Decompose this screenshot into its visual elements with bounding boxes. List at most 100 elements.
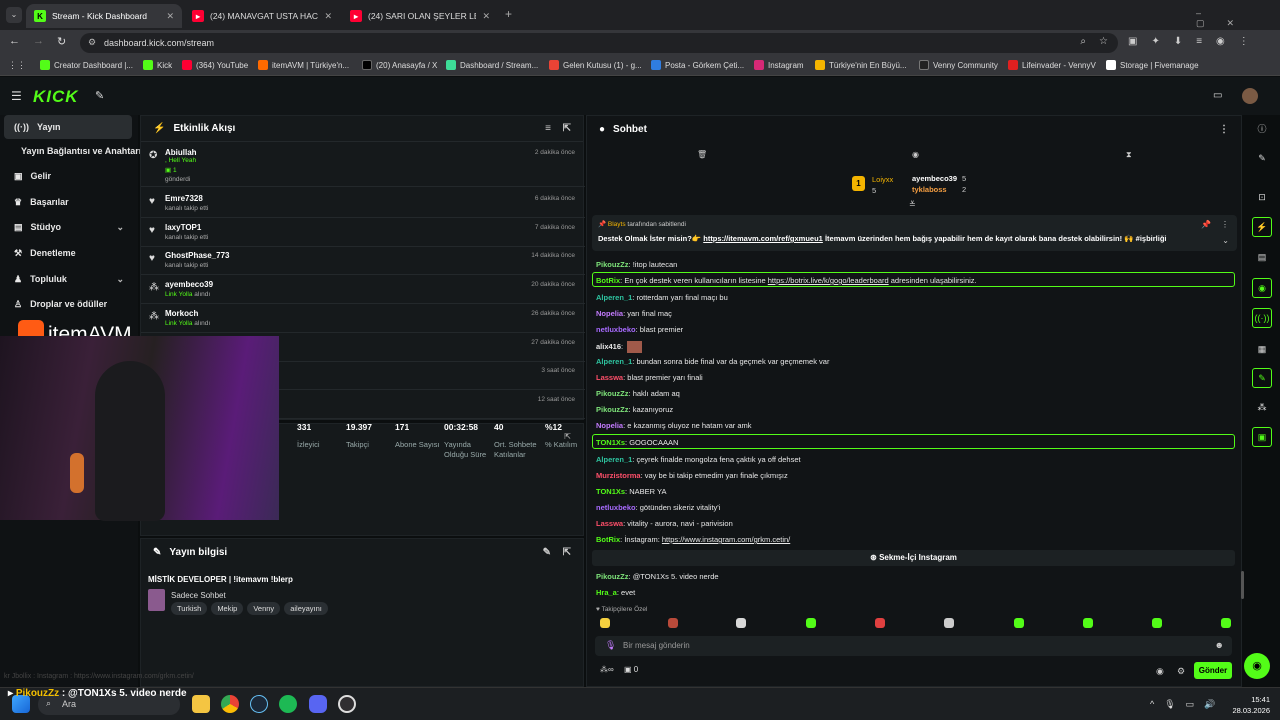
bookmark-item[interactable]: Kick — [143, 60, 172, 70]
lightning-icon[interactable]: ⚡ — [1252, 217, 1272, 237]
chat-username[interactable]: Nopelia — [596, 309, 623, 318]
chat-username[interactable]: TON1Xs — [596, 487, 625, 496]
camera-icon[interactable]: ⊡ — [1252, 187, 1272, 207]
chat-username[interactable]: Nopelia — [596, 421, 623, 430]
emote-button[interactable] — [736, 618, 746, 628]
menu-icon[interactable]: ☰ — [11, 89, 22, 103]
avatar[interactable] — [1242, 88, 1258, 104]
bookmark-item[interactable]: Creator Dashboard |... — [40, 60, 133, 70]
filter-icon[interactable]: ≡ — [545, 123, 551, 134]
bookmark-item[interactable]: Dashboard / Stream... — [446, 60, 538, 70]
new-tab-button[interactable]: + — [505, 7, 512, 21]
chat-username[interactable]: alix416 — [596, 342, 621, 351]
emote-button[interactable] — [668, 618, 678, 628]
emote-button[interactable] — [1221, 618, 1231, 628]
event-user[interactable]: ayembeco39 — [165, 280, 213, 289]
chat-username[interactable]: PikouzZz — [596, 572, 629, 581]
tab-youtube-1[interactable]: ▸ (24) MANAVGAT USTA HACKER... ✕ — [184, 4, 340, 28]
event-user[interactable]: Abiullah — [165, 148, 197, 157]
chat-input[interactable]: 🎙 Bir mesaj gönderin ☻ — [595, 636, 1232, 656]
sidebar-item-revenue[interactable]: ▣ Gelir — [4, 164, 132, 188]
chat-tab-banner[interactable]: ⊛ Sekme-İçi Instagram — [592, 550, 1235, 566]
chat-username[interactable]: PikouzZz — [596, 260, 629, 269]
bot-icon[interactable]: ▣ — [1252, 427, 1272, 447]
file-explorer-icon[interactable] — [192, 695, 210, 713]
tools-icon[interactable]: ✎ — [95, 89, 104, 102]
points-display[interactable]: ⁂∞ ▣ 0 — [600, 665, 638, 674]
spotify-icon[interactable] — [279, 695, 297, 713]
bookmark-item[interactable]: Posta - Görkem Çeti... — [651, 60, 744, 70]
sidebar-item-community[interactable]: ♟ Topluluk ⌄ — [4, 267, 132, 291]
chat-link[interactable]: https://www.instagram.com/grkm.cetin/ — [662, 535, 790, 544]
chat-username[interactable]: Hra_a — [596, 588, 617, 597]
chat-icon[interactable]: ◉ — [1252, 278, 1272, 298]
zoom-icon[interactable]: ⌕ — [1080, 36, 1086, 47]
chat-username[interactable]: BotRix — [596, 535, 620, 544]
bookmark-item[interactable]: Venny Community — [919, 60, 998, 70]
bookmark-star-icon[interactable]: ☆ — [1099, 36, 1108, 47]
chat-username[interactable]: Lasswa — [596, 373, 623, 382]
site-info-icon[interactable]: ⚙ — [88, 37, 96, 48]
chat-username[interactable]: Alperen_1 — [596, 455, 632, 464]
sidebar-item-stream[interactable]: ((·)) Yayın — [4, 115, 132, 139]
tab-menu-button[interactable]: ⌄ — [6, 7, 22, 23]
broadcast-icon[interactable]: ((·)) — [1252, 308, 1272, 328]
address-bar[interactable]: ⚙ dashboard.kick.com/stream ⌕ ☆ — [80, 33, 1118, 53]
emote-button[interactable] — [1083, 618, 1093, 628]
send-button[interactable]: Gönder — [1194, 662, 1232, 679]
sidebar-item-achievements[interactable]: ♛ Başarılar — [4, 190, 132, 214]
emote-button[interactable] — [806, 618, 816, 628]
popout-icon[interactable]: ⇱ — [563, 547, 571, 558]
tab-kick-dashboard[interactable]: K Stream - Kick Dashboard ✕ — [26, 4, 182, 28]
bookmark-item[interactable]: itemAVM | Türkiye'n... — [258, 60, 349, 70]
chat-username[interactable]: netluxbeko — [596, 503, 636, 512]
event-user[interactable]: GhostPhase_773 — [165, 251, 229, 260]
hourglass-icon[interactable]: ⧗ — [1126, 150, 1132, 160]
emote-button[interactable] — [1152, 618, 1162, 628]
chat-settings-icon[interactable]: ◉ — [1156, 666, 1164, 677]
kick-logo[interactable]: KICK — [33, 87, 79, 107]
floating-chat-button[interactable]: ◉ — [1244, 653, 1270, 679]
chat-username[interactable]: PikouzZz — [596, 405, 629, 414]
pin-icon[interactable]: 📌 — [1201, 220, 1211, 229]
chat-username[interactable]: PikouzZz — [596, 389, 629, 398]
chat-username[interactable]: netluxbeko — [596, 325, 636, 334]
emoji-icon[interactable]: ☻ — [1215, 640, 1224, 650]
edit-icon[interactable]: ✎ — [1252, 148, 1272, 168]
chat-scrollbar[interactable] — [1241, 571, 1244, 599]
chat-bubble-icon[interactable]: ◉ — [912, 150, 919, 159]
bookmark-item[interactable]: (364) YouTube — [182, 60, 248, 70]
pinned-link[interactable]: https://itemavm.com/ref/gxmueu1 — [703, 234, 823, 243]
steam-icon[interactable] — [250, 695, 268, 713]
more-icon[interactable]: ⋮ — [1219, 124, 1229, 135]
emote-button[interactable] — [600, 618, 610, 628]
chat-username[interactable]: BotRix — [596, 276, 620, 285]
bookmark-item[interactable]: Gelen Kutusu (1) - g... — [549, 60, 642, 70]
bookmark-item[interactable]: (20) Anasayfa / X — [362, 60, 437, 70]
microphone-icon[interactable]: 🎙 — [605, 640, 616, 651]
bookmark-item[interactable]: Türkiye'nin En Büyü... — [815, 60, 907, 70]
discord-icon[interactable] — [309, 695, 327, 713]
event-user[interactable]: Morkoch — [165, 309, 198, 318]
event-user[interactable]: laxyTOP1 — [165, 223, 201, 232]
more-icon[interactable]: ⋮ — [1221, 220, 1229, 229]
extensions-area[interactable]: ▣✦⬇≡◉⋮ — [1128, 36, 1263, 47]
edit-icon[interactable]: ✎ — [543, 547, 551, 558]
close-icon[interactable]: ✕ — [166, 11, 174, 22]
mod-view-icon[interactable]: ▭ — [1213, 90, 1222, 101]
chat-username[interactable]: Murzistorma — [596, 471, 641, 480]
emote-button[interactable] — [875, 618, 885, 628]
chrome-icon[interactable] — [221, 695, 239, 713]
bookmark-item[interactable]: Lifeinvader - VennyV — [1008, 60, 1096, 70]
chat-username[interactable]: TON1Xs — [596, 438, 625, 447]
layout-icon[interactable]: ▦ — [1252, 339, 1272, 359]
sidebar-item-moderation[interactable]: ⚒ Denetleme — [4, 241, 132, 265]
close-icon[interactable]: ✕ — [482, 11, 490, 22]
chevron-down-icon[interactable]: ⌄ — [1222, 236, 1229, 245]
reload-icon[interactable]: ↻ — [57, 35, 66, 48]
popout-icon[interactable]: ⇱ — [563, 123, 571, 134]
obs-icon[interactable] — [338, 695, 356, 713]
back-icon[interactable]: ← — [9, 35, 20, 47]
chat-username[interactable]: Alperen_1 — [596, 293, 632, 302]
tools-icon[interactable]: ✎ — [1252, 368, 1272, 388]
